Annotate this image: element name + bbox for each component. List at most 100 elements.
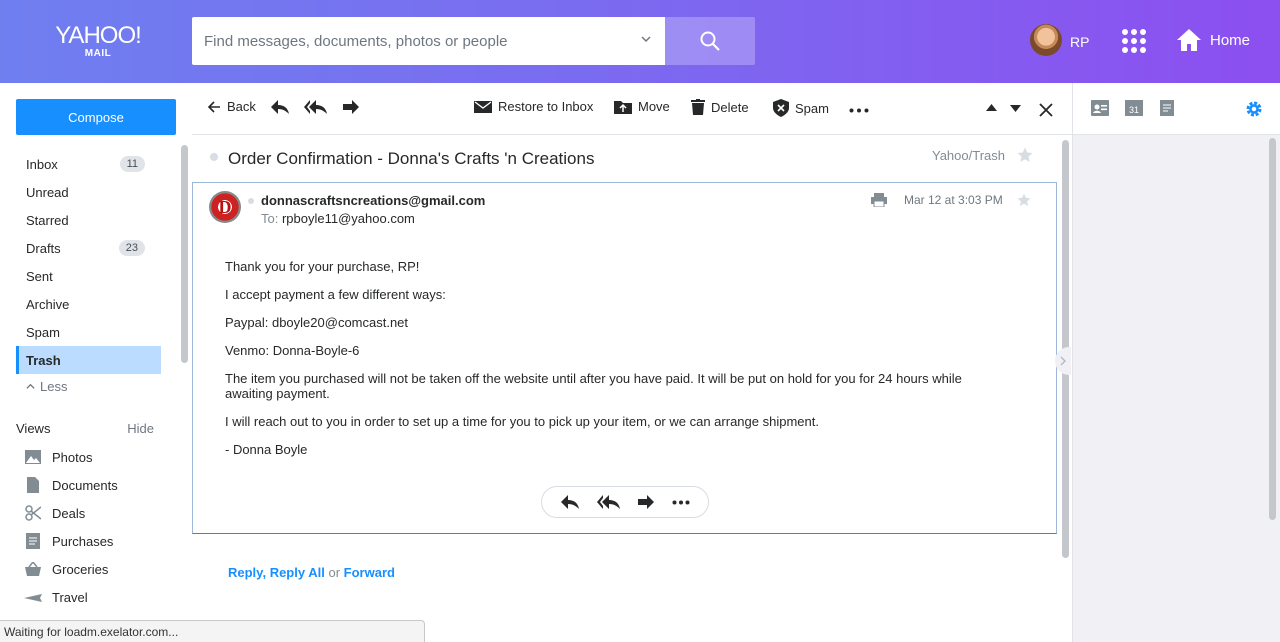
- view-purchases[interactable]: Purchases: [24, 527, 174, 555]
- reply-icon[interactable]: [560, 494, 580, 510]
- search-button[interactable]: [665, 17, 755, 65]
- more-horizontal-icon: [849, 108, 869, 113]
- gear-icon[interactable]: [1245, 100, 1263, 118]
- reply-button[interactable]: [270, 99, 290, 115]
- folder-spam[interactable]: Spam: [16, 318, 161, 346]
- quick-action-pill: [541, 486, 709, 518]
- sender-address[interactable]: donnascraftsncreations@gmail.com: [261, 193, 485, 208]
- more-horizontal-icon[interactable]: [672, 500, 690, 505]
- view-label: Deals: [52, 505, 86, 521]
- move-button[interactable]: Move: [614, 99, 670, 114]
- yahoo-mail-logo[interactable]: YAHOO! MAIL: [50, 22, 146, 60]
- previous-message-button[interactable]: [986, 104, 997, 111]
- view-photos[interactable]: Photos: [24, 443, 174, 471]
- folder-unread[interactable]: Unread: [16, 178, 161, 206]
- arrow-left-icon: [207, 100, 220, 113]
- trash-icon: [691, 99, 705, 115]
- less-label: Less: [40, 378, 68, 394]
- folder-sent[interactable]: Sent: [16, 262, 161, 290]
- folder-tag: Yahoo/Trash: [932, 148, 1005, 163]
- message-body: Thank you for your purchase, RP! I accep…: [225, 259, 985, 470]
- back-button[interactable]: Back: [207, 99, 256, 114]
- search-icon: [700, 31, 720, 51]
- svg-text:31: 31: [1129, 105, 1139, 115]
- next-message-button[interactable]: [1010, 105, 1021, 112]
- collapse-rail-button[interactable]: [1055, 347, 1071, 375]
- view-documents[interactable]: Documents: [24, 471, 174, 499]
- to-label: To:: [261, 211, 279, 226]
- folder-starred[interactable]: Starred: [16, 206, 161, 234]
- view-deals[interactable]: Deals: [24, 499, 174, 527]
- chevron-right-icon: [1060, 356, 1066, 366]
- forward-link[interactable]: Forward: [344, 565, 395, 580]
- user-initials[interactable]: RP: [1070, 34, 1089, 50]
- folder-label: Archive: [26, 296, 70, 312]
- sidebar: Compose Inbox 11 Unread Starred Drafts 23 …: [0, 83, 192, 642]
- contacts-icon[interactable]: [1091, 100, 1109, 116]
- basket-icon: [24, 560, 42, 578]
- folder-archive[interactable]: Archive: [16, 290, 161, 318]
- spam-label: Spam: [795, 100, 829, 116]
- compose-button[interactable]: Compose: [16, 99, 176, 135]
- reply-link[interactable]: Reply: [228, 565, 262, 580]
- delete-button[interactable]: Delete: [691, 99, 749, 115]
- back-label: Back: [227, 99, 256, 114]
- app-header: YAHOO! MAIL RP Home: [0, 0, 1280, 83]
- subject-row: Order Confirmation - Donna's Crafts 'n C…: [192, 135, 1057, 181]
- rail-toolbar: 31: [1073, 83, 1280, 135]
- notepad-icon[interactable]: [1160, 100, 1174, 116]
- folder-drafts[interactable]: Drafts 23: [16, 234, 161, 262]
- less-toggle[interactable]: Less: [16, 374, 161, 398]
- calendar-icon[interactable]: 31: [1125, 100, 1143, 116]
- rail-scrollbar[interactable]: [1269, 138, 1276, 520]
- body-paragraph: Thank you for your purchase, RP!: [225, 259, 420, 274]
- comma-separator: ,: [262, 565, 267, 580]
- message-star-icon[interactable]: [1017, 193, 1031, 207]
- view-groceries[interactable]: Groceries: [24, 555, 174, 583]
- print-icon[interactable]: [871, 193, 887, 207]
- reply-all-icon[interactable]: [596, 494, 621, 510]
- right-rail: 31: [1072, 83, 1280, 642]
- sidebar-scrollbar[interactable]: [181, 145, 188, 363]
- body-paragraph: - Donna Boyle: [225, 442, 308, 457]
- more-actions-button[interactable]: [849, 108, 869, 113]
- views-hide-button[interactable]: Hide: [127, 421, 154, 436]
- restore-icon: [474, 100, 492, 113]
- message-date: Mar 12 at 3:03 PM: [904, 193, 1003, 207]
- forward-button[interactable]: [342, 99, 360, 115]
- body-paragraph: I will reach out to you in order to set …: [225, 414, 819, 429]
- search-input[interactable]: [192, 17, 612, 65]
- logo-main-text: YAHOO!: [55, 22, 142, 49]
- folder-trash[interactable]: Trash: [16, 346, 161, 374]
- home-link[interactable]: Home: [1176, 27, 1250, 53]
- reply-links: Reply, Reply All or Forward: [228, 565, 395, 580]
- reply-all-link[interactable]: Reply All: [270, 565, 325, 580]
- folder-label: Sent: [26, 268, 53, 284]
- logo-sub-text: MAIL: [84, 48, 112, 59]
- read-status-dot[interactable]: [210, 153, 218, 161]
- delete-label: Delete: [711, 99, 749, 115]
- reply-icon: [271, 100, 289, 114]
- forward-icon[interactable]: [637, 494, 655, 510]
- unread-count-badge: 11: [119, 156, 145, 172]
- folder-inbox[interactable]: Inbox 11: [16, 150, 161, 178]
- close-message-button[interactable]: [1039, 103, 1053, 117]
- photo-icon: [24, 448, 42, 466]
- views-header: Views Hide: [16, 421, 154, 436]
- recipient-line: To: rpboyle11@yahoo.com: [261, 211, 415, 226]
- view-label: Groceries: [52, 561, 109, 577]
- spam-button[interactable]: Spam: [773, 99, 829, 117]
- apps-grid-icon[interactable]: [1122, 29, 1146, 53]
- chevron-up-icon: [26, 383, 35, 389]
- restore-to-inbox-button[interactable]: Restore to Inbox: [474, 99, 593, 114]
- recipient-address[interactable]: rpboyle11@yahoo.com: [282, 211, 415, 226]
- user-avatar[interactable]: [1030, 24, 1062, 56]
- caret-down-icon: [1010, 105, 1021, 112]
- restore-label: Restore to Inbox: [498, 99, 594, 114]
- browser-status-bar: Waiting for loadm.exelator.com...: [0, 620, 425, 642]
- star-icon[interactable]: [1017, 147, 1033, 163]
- avatar-letter: D: [218, 196, 232, 217]
- chevron-down-icon[interactable]: [641, 34, 651, 44]
- reply-all-button[interactable]: [304, 99, 328, 115]
- view-travel[interactable]: Travel: [24, 583, 174, 611]
